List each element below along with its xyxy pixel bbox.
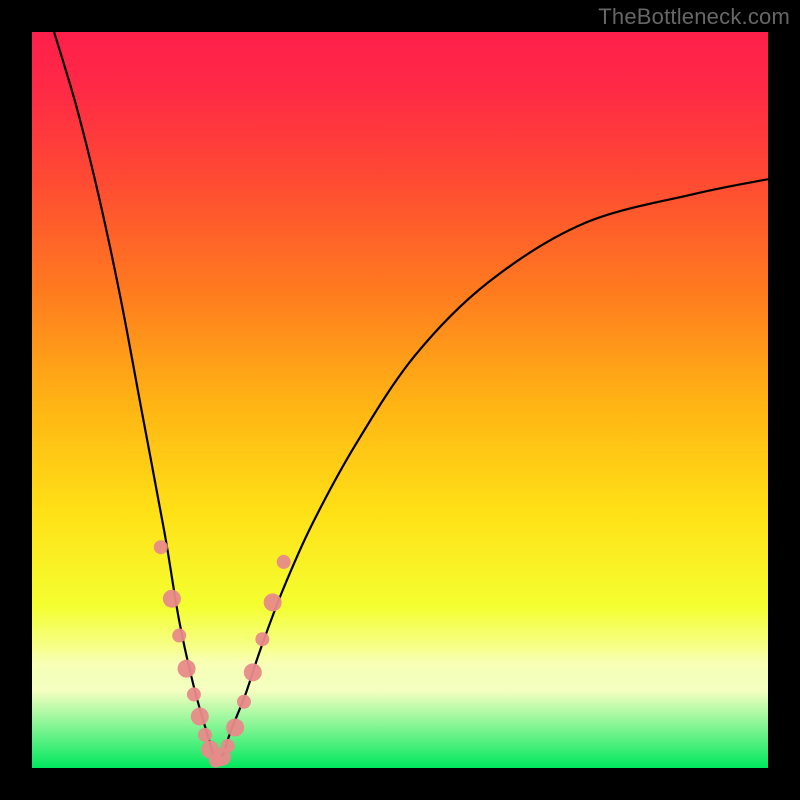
marker-dot <box>198 728 212 742</box>
chart-stage: TheBottleneck.com <box>0 0 800 800</box>
watermark-text: TheBottleneck.com <box>598 4 790 30</box>
marker-dot <box>244 663 262 681</box>
marker-dot <box>178 660 196 678</box>
marker-dot <box>277 555 291 569</box>
marker-dot <box>172 629 186 643</box>
bottleneck-chart <box>0 0 800 800</box>
marker-dot <box>163 590 181 608</box>
marker-dot <box>221 739 235 753</box>
marker-dot <box>255 632 269 646</box>
marker-dot <box>187 687 201 701</box>
marker-dot <box>237 695 251 709</box>
marker-dot <box>264 593 282 611</box>
marker-dot <box>154 540 168 554</box>
marker-dot <box>191 707 209 725</box>
plot-bottom-accent <box>32 648 768 768</box>
marker-dot <box>226 719 244 737</box>
